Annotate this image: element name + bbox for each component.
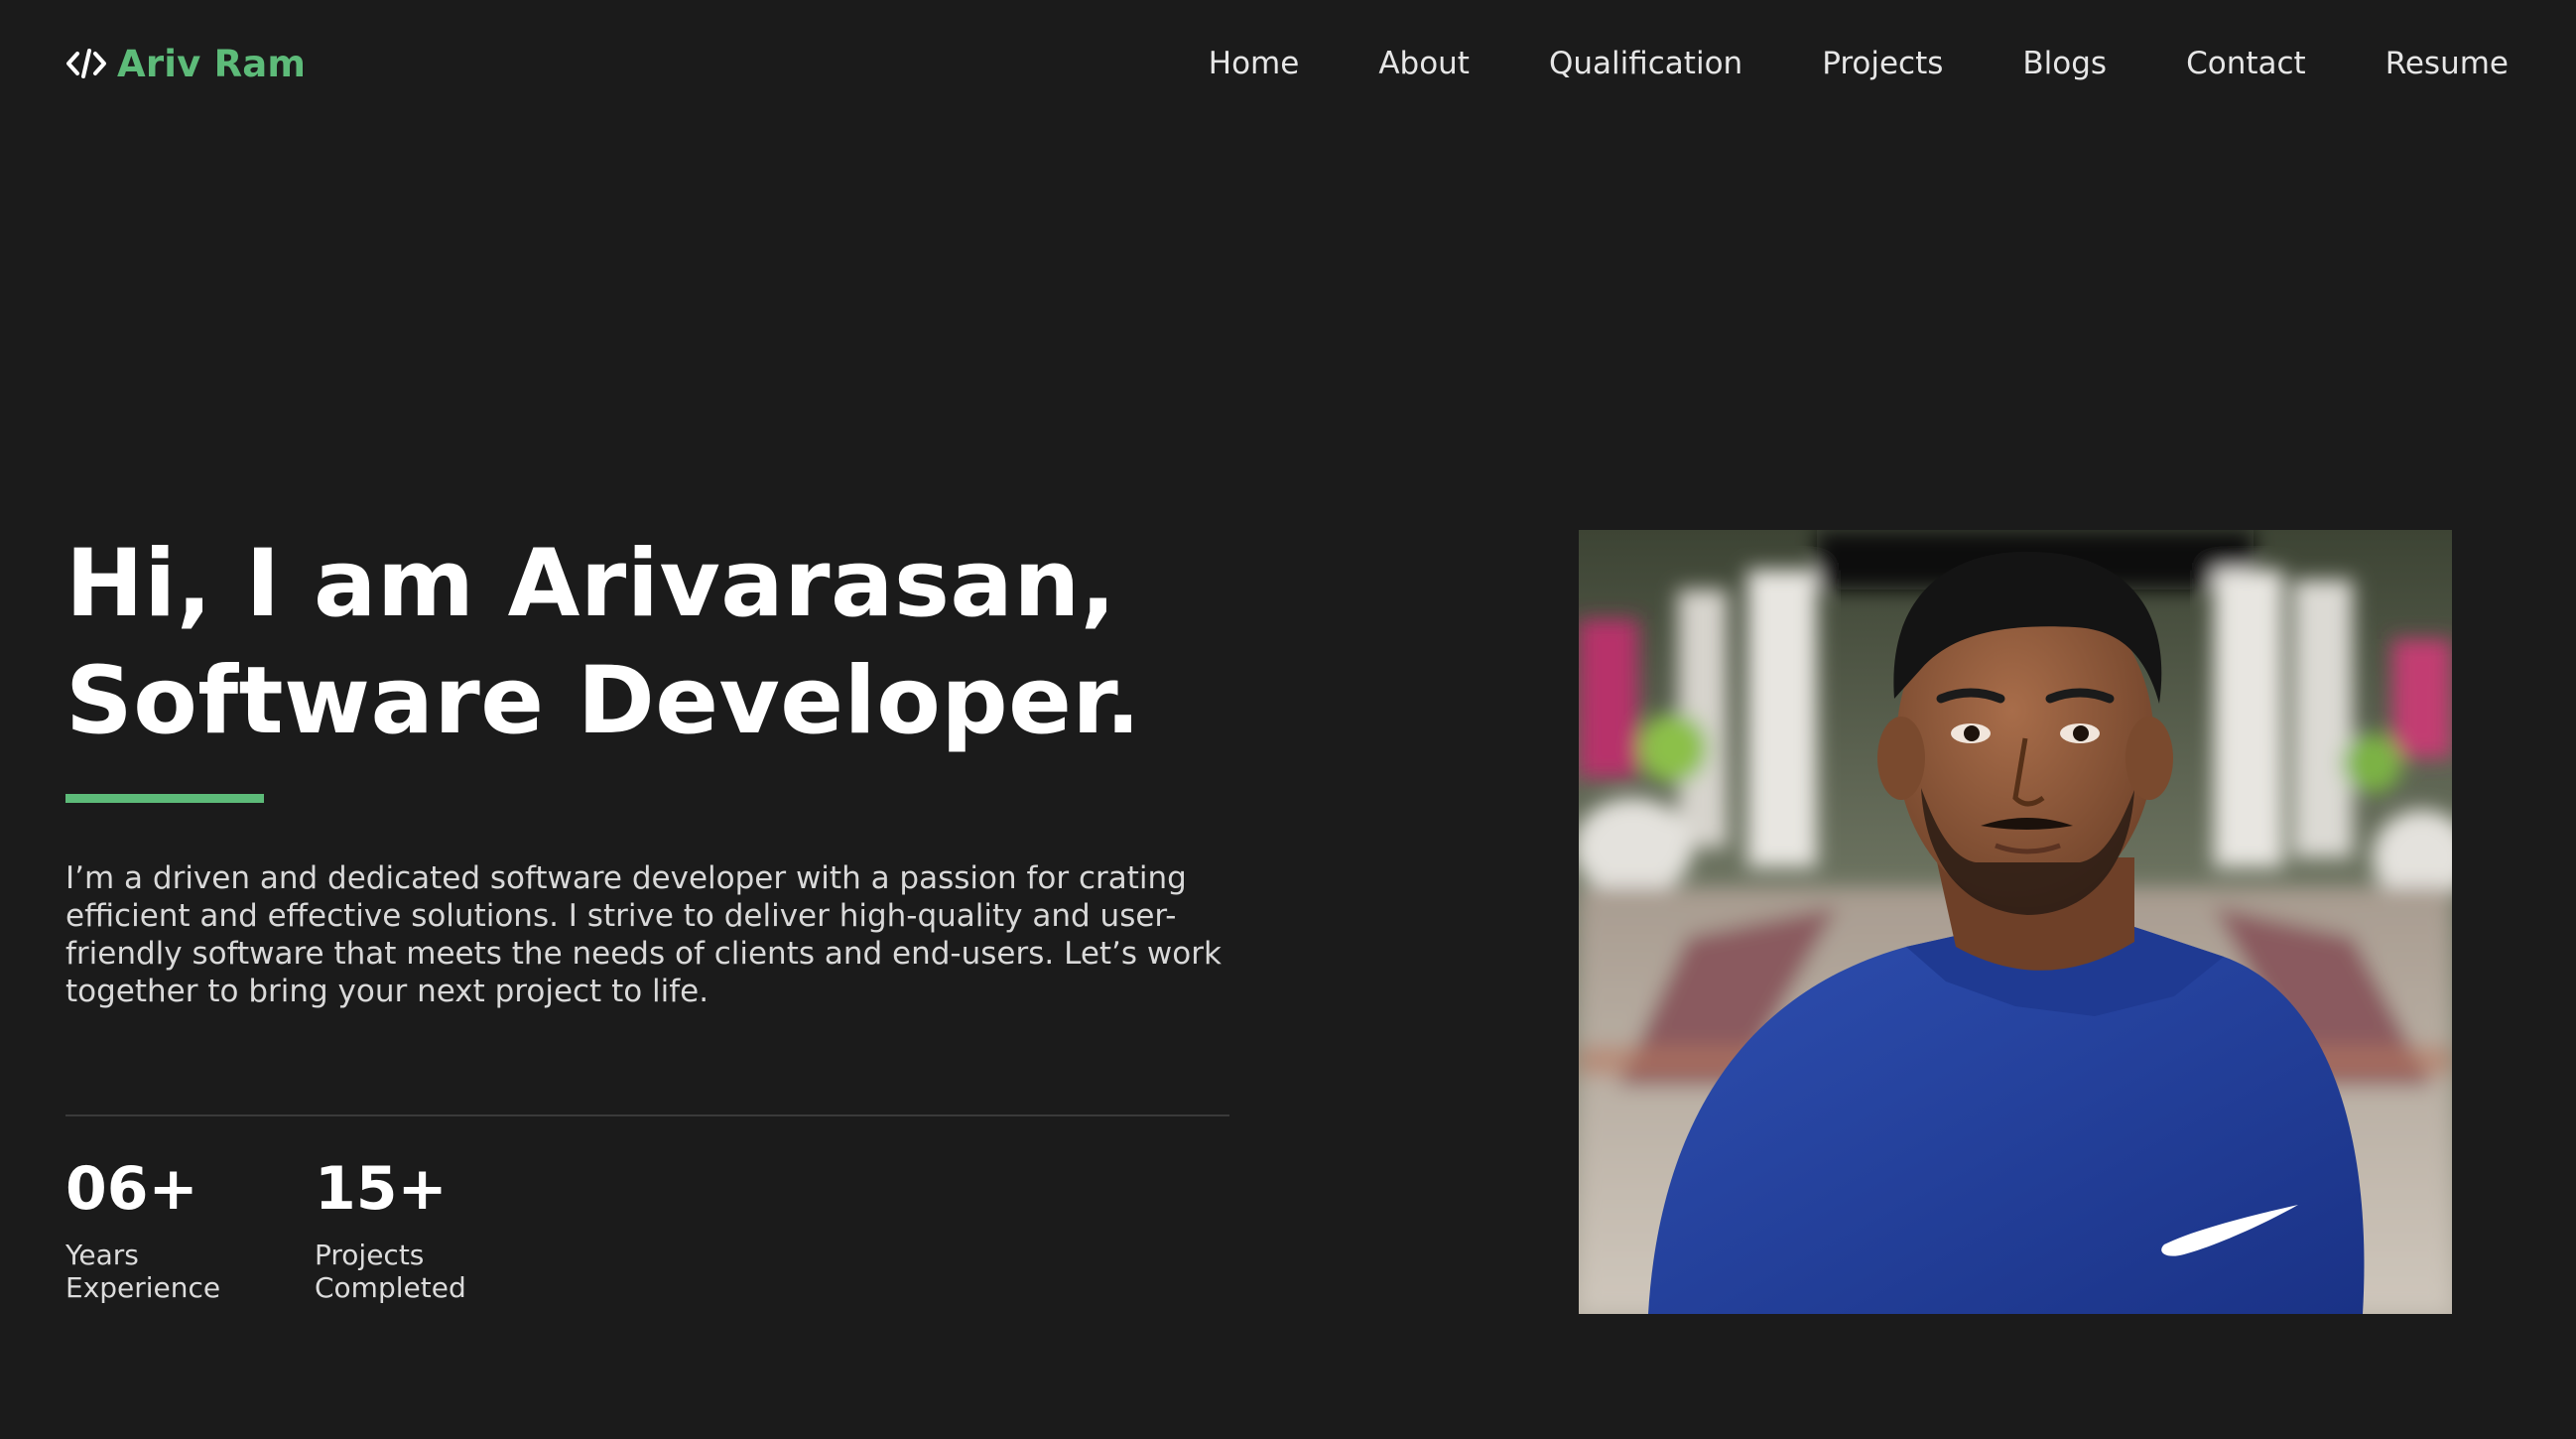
main-nav: Home About Qualification Projects Blogs … (1209, 36, 2509, 91)
hero-intro-text: I’m a driven and dedicated software deve… (65, 860, 1222, 1009)
nav-link-projects[interactable]: Projects (1822, 46, 1943, 81)
profile-photo-illustration (1579, 530, 2452, 1314)
logo-text: Ariv Ram (117, 42, 307, 85)
hero-headline-line-1: Hi, I am Arivarasan, (65, 530, 1116, 638)
hero-headline: Hi, I am Arivarasan, Software Developer. (65, 526, 1141, 760)
stat-label: Years Experience (65, 1239, 220, 1304)
profile-photo (1579, 530, 2452, 1314)
accent-underline (65, 794, 264, 803)
nav-link-blogs[interactable]: Blogs (2022, 46, 2107, 81)
nav-link-about[interactable]: About (1378, 46, 1470, 81)
nav-link-contact[interactable]: Contact (2186, 46, 2306, 81)
nav-link-qualification[interactable]: Qualification (1549, 46, 1742, 81)
stat-label: Projects Completed (315, 1239, 466, 1304)
nav-link-home[interactable]: Home (1209, 46, 1300, 81)
stat-label-line: Years (65, 1239, 139, 1271)
section-divider (65, 1114, 1229, 1116)
nav-link-resume[interactable]: Resume (2385, 46, 2509, 81)
stat-value: 06+ (65, 1154, 198, 1224)
code-icon (66, 49, 106, 78)
stat-projects-completed: 15+ Projects Completed (315, 1151, 466, 1304)
stat-label-line: Completed (315, 1271, 466, 1304)
stat-label-line: Projects (315, 1239, 425, 1271)
stat-years-experience: 06+ Years Experience (65, 1151, 220, 1304)
hero-headline-line-2: Software Developer. (65, 647, 1142, 755)
site-header: Ariv Ram Home About Qualification Projec… (65, 36, 2511, 91)
stat-label-line: Experience (65, 1271, 221, 1304)
stat-value: 15+ (315, 1154, 448, 1224)
logo-link[interactable]: Ariv Ram (65, 36, 306, 91)
